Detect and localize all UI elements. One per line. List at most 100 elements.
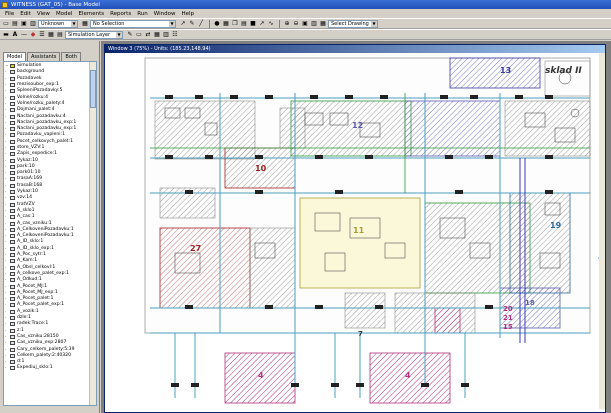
zoom-in-icon[interactable]: ⊕ bbox=[283, 20, 291, 28]
element-icon bbox=[10, 221, 15, 226]
drawing-combo[interactable]: Select Drawing ▼ bbox=[328, 19, 378, 28]
tree-item-label: Pozadavku_vapleni:1 bbox=[17, 132, 66, 138]
zone-label: 11 bbox=[353, 226, 365, 235]
menu-edit[interactable]: Edit bbox=[17, 11, 34, 17]
menu-help[interactable]: Help bbox=[178, 11, 197, 17]
stop-icon[interactable]: ■ bbox=[249, 20, 257, 28]
tree-line-icon: · bbox=[5, 258, 7, 264]
element-icon bbox=[10, 70, 15, 75]
tree-line-icon: · bbox=[5, 201, 7, 207]
menu-model[interactable]: Model bbox=[53, 11, 76, 17]
tab-model[interactable]: Model bbox=[3, 52, 27, 61]
pointer-icon[interactable]: ↗ bbox=[179, 20, 187, 28]
menu-view[interactable]: View bbox=[34, 11, 53, 17]
tree-item-label: radek:Trace:1 bbox=[17, 321, 49, 327]
pen-icon[interactable]: ✎ bbox=[188, 20, 196, 28]
drawing-icon[interactable]: ▦ bbox=[319, 20, 327, 28]
element-icon bbox=[10, 164, 15, 169]
tab-assistants[interactable]: Assistants bbox=[27, 52, 61, 61]
tab-both[interactable]: Both bbox=[61, 52, 82, 61]
fill-color-icon[interactable]: ◆ bbox=[29, 31, 37, 39]
open-icon[interactable]: ▤ bbox=[11, 20, 19, 28]
element-icon bbox=[10, 171, 15, 176]
tree-item-label: Naclani_pozadavku:4 bbox=[17, 113, 66, 119]
print-icon[interactable]: ▥ bbox=[29, 20, 37, 28]
copy-icon[interactable]: ❐ bbox=[231, 20, 239, 28]
element-icon bbox=[10, 208, 15, 213]
element-icon bbox=[10, 183, 15, 188]
element-icon bbox=[10, 139, 15, 144]
tree-item-label: Celkem_palety:2:40320 bbox=[17, 352, 72, 358]
tree-item-label: trasaA:169 bbox=[17, 176, 43, 182]
menu-file[interactable]: File bbox=[2, 11, 17, 17]
tree-line-icon: · bbox=[5, 308, 7, 314]
scrollbar-thumb[interactable] bbox=[90, 70, 96, 108]
element-icon bbox=[10, 120, 15, 125]
grid-icon[interactable]: ▦ bbox=[222, 20, 230, 28]
tree-line-icon: · bbox=[5, 327, 7, 333]
layout-canvas[interactable]: 13 12 10 11 19 27 18 20 21 15 7 4 4 skla… bbox=[105, 53, 605, 413]
tree-item-label: SpleeniPozadavky:5 bbox=[17, 88, 63, 94]
layer-split-icon[interactable]: ▥ bbox=[162, 31, 170, 39]
point-icon[interactable]: ● bbox=[213, 20, 221, 28]
grid-icon[interactable]: ▦ bbox=[47, 31, 55, 39]
element-icon bbox=[10, 196, 15, 201]
element-icon bbox=[10, 234, 15, 239]
tree-line-icon: · bbox=[5, 296, 7, 302]
line-icon[interactable]: ╱ bbox=[197, 20, 205, 28]
new-icon[interactable]: ▭ bbox=[2, 20, 10, 28]
layers-icon[interactable]: ▥ bbox=[310, 20, 318, 28]
tree-item-label: A_Pocet_MJ:1 bbox=[17, 283, 48, 289]
save-icon[interactable]: ▣ bbox=[20, 20, 28, 28]
tree-line-icon: · bbox=[5, 75, 7, 81]
tree-item-label: Dojmani_palet:4 bbox=[17, 107, 55, 113]
layer-combo[interactable]: Simulation Layer ▼ bbox=[65, 30, 123, 39]
font-color-icon[interactable]: A bbox=[11, 31, 19, 39]
layer-edit-icon[interactable]: ✎ bbox=[126, 31, 134, 39]
zone-area bbox=[344, 292, 386, 329]
line-color-icon[interactable]: — bbox=[20, 31, 28, 39]
menu-window[interactable]: Window bbox=[151, 11, 179, 17]
route-icon[interactable]: ↗ bbox=[258, 20, 266, 28]
layer-tree-icon[interactable]: ☷ bbox=[171, 31, 179, 39]
element-icon bbox=[10, 360, 15, 365]
tree-line-icon: · bbox=[5, 352, 7, 358]
unknown-combo[interactable]: Unknown ▼ bbox=[38, 19, 78, 28]
element-icon bbox=[10, 322, 15, 327]
menu-reports[interactable]: Reports bbox=[107, 11, 134, 17]
group-icon[interactable]: ▤ bbox=[56, 31, 64, 39]
tree-line-icon: · bbox=[5, 239, 7, 245]
fill-icon[interactable]: ▬ bbox=[2, 31, 10, 39]
tree-scrollbar[interactable] bbox=[89, 62, 96, 405]
element-icon[interactable]: ▦ bbox=[81, 20, 89, 28]
element-icon bbox=[10, 108, 15, 113]
tree-line-icon: · bbox=[5, 277, 7, 283]
layout-scrollbar[interactable] bbox=[599, 53, 605, 409]
tree-line-icon: · bbox=[5, 226, 7, 232]
layout-icon[interactable]: ▣ bbox=[301, 20, 309, 28]
tree-item-label: vzv:14 bbox=[17, 195, 32, 201]
zoom-out-icon[interactable]: ⊖ bbox=[292, 20, 300, 28]
element-icon bbox=[10, 328, 15, 333]
menu-run[interactable]: Run bbox=[134, 11, 151, 17]
menu-elements[interactable]: Elements bbox=[75, 11, 107, 17]
zone-label: 12 bbox=[352, 121, 363, 130]
layer-folder-icon[interactable]: ▭ bbox=[135, 31, 143, 39]
tree-line-icon: · bbox=[5, 333, 7, 339]
tree-line-icon: · bbox=[5, 207, 7, 213]
layer-move-icon[interactable]: ⇄ bbox=[144, 31, 152, 39]
curve-icon[interactable]: ∿ bbox=[267, 20, 275, 28]
line-style-icon[interactable]: ☰ bbox=[38, 31, 46, 39]
tree-item[interactable]: · Expediuj_sklo:1 bbox=[4, 365, 90, 371]
tree-line-icon: · bbox=[5, 138, 7, 144]
tree-item-label: Expediuj_sklo:1 bbox=[17, 365, 53, 371]
window-title: WITNESS (GAT_05) - Base Model bbox=[11, 1, 100, 8]
layer-grid-icon[interactable]: ▦ bbox=[153, 31, 161, 39]
paste-icon[interactable]: ▤ bbox=[240, 20, 248, 28]
tree-line-icon: · bbox=[5, 283, 7, 289]
collapse-icon[interactable]: − bbox=[5, 63, 9, 69]
selection-combo[interactable]: No Selection ▼ bbox=[90, 19, 176, 28]
unknown-combo-value: Unknown bbox=[41, 20, 65, 27]
element-icon bbox=[10, 177, 15, 182]
selection-combo-value: No Selection bbox=[93, 20, 125, 27]
